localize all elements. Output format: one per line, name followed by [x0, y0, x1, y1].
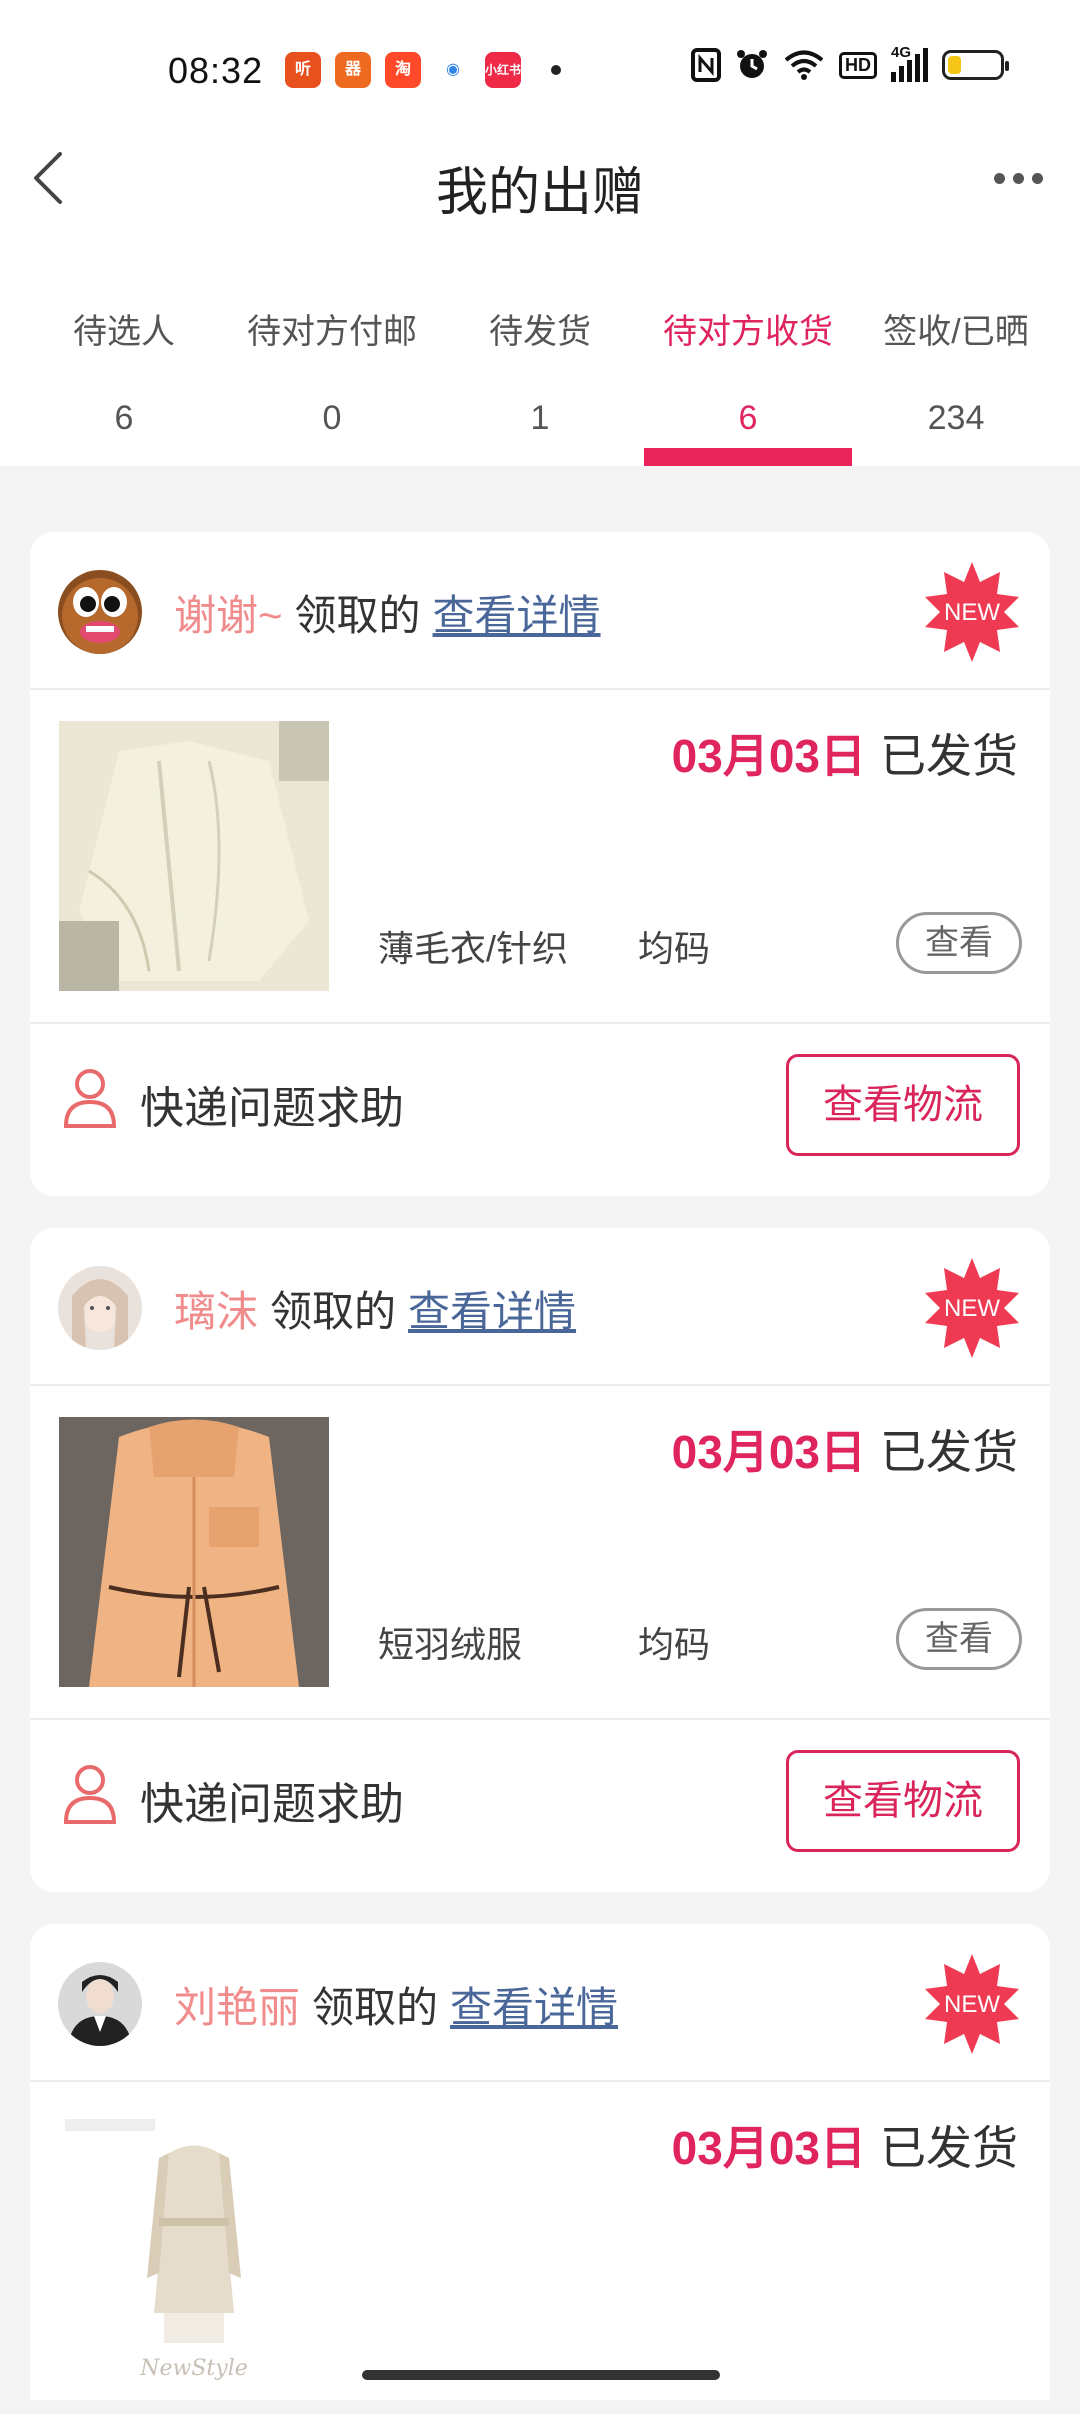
home-indicator[interactable] [362, 2370, 720, 2380]
item-photo-down-jacket[interactable] [59, 1417, 329, 1687]
view-details-link[interactable]: 查看详情 [450, 1984, 618, 2031]
claim-line: 刘艳丽 领取的 查看详情 [174, 1974, 618, 2035]
tab-label: 待选人 [73, 313, 175, 351]
claimed-text: 领取的 [312, 1984, 439, 2031]
card-header: 璃沫 领取的 查看详情 NEW [30, 1228, 1050, 1386]
tab-pending-postage[interactable]: 待对方付邮 0 [228, 296, 436, 466]
system-icons: HD 4G [691, 44, 1009, 82]
tab-label: 待发货 [489, 313, 591, 351]
app-ting-icon: 听 [285, 52, 321, 88]
network-type-label: 4G [891, 44, 912, 61]
svg-text:NEW: NEW [944, 1991, 1000, 2018]
more-notifications-dot [551, 65, 561, 75]
card-header: 刘艳丽 领取的 查看详情 NEW [30, 1924, 1050, 2082]
new-badge: NEW [925, 1954, 1019, 2054]
tab-pending-shipment[interactable]: 待发货 1 [436, 296, 644, 466]
new-badge: NEW [925, 562, 1019, 662]
card-footer: 快递问题求助 查看物流 [30, 1024, 1050, 1198]
tab-signed-shared[interactable]: 签收/已晒 234 [852, 296, 1060, 466]
status-bar: 08:32 听 器 淘 ◉ 小红书 HD 4G [0, 0, 1080, 140]
ship-date: 03月03日 [671, 1426, 866, 1478]
tab-pending-receipt[interactable]: 待对方收货 6 [644, 296, 852, 466]
tab-label: 签收/已晒 [883, 313, 1029, 351]
active-tab-indicator [644, 448, 852, 466]
card-footer: 快递问题求助 查看物流 [30, 1720, 1050, 1894]
card-body: NewStyle 03月03日 已发货 [30, 2082, 1050, 2414]
tab-count: 0 [322, 399, 342, 437]
ship-date-line: 03月03日 已发货 [672, 720, 1018, 786]
battery-level [948, 56, 961, 74]
tab-pending-select[interactable]: 待选人 6 [20, 296, 228, 466]
ship-date: 03月03日 [671, 730, 866, 782]
tab-label: 待对方付邮 [247, 313, 417, 351]
claim-line: 璃沫 领取的 查看详情 [174, 1278, 576, 1339]
ship-date-line: 03月03日 已发货 [672, 2112, 1018, 2178]
item-category: 薄毛衣/针织 [378, 928, 569, 969]
item-size: 均码 [638, 928, 711, 969]
notification-icons: 听 器 淘 ◉ 小红书 [285, 52, 561, 88]
wifi-icon [784, 50, 824, 80]
item-photo-sweater[interactable] [59, 721, 329, 991]
photo-caption: NewStyle [139, 2356, 248, 2381]
view-logistics-button[interactable]: 查看物流 [786, 1054, 1020, 1156]
app-taobao-icon: 淘 [385, 52, 421, 88]
card-header: 谢谢~ 领取的 查看详情 NEW [30, 532, 1050, 690]
app-xiaohongshu-icon: 小红书 [485, 52, 521, 88]
svg-text:NEW: NEW [944, 1295, 1000, 1322]
avatar[interactable] [58, 1962, 142, 2046]
hd-icon: HD [839, 51, 877, 79]
signal-icon: 4G [891, 44, 928, 82]
claimed-text: 领取的 [270, 1288, 397, 1335]
person-icon [63, 1765, 117, 1824]
ship-status: 已发货 [880, 1426, 1018, 1478]
view-item-button[interactable]: 查看 [896, 1608, 1022, 1670]
view-item-button[interactable]: 查看 [896, 912, 1022, 974]
view-logistics-button[interactable]: 查看物流 [786, 1750, 1020, 1852]
alarm-icon [737, 50, 767, 78]
username[interactable]: 璃沫 [174, 1288, 258, 1335]
new-badge: NEW [925, 1258, 1019, 1358]
ship-status: 已发货 [880, 2122, 1018, 2174]
nfc-icon [691, 48, 721, 82]
avatar[interactable] [58, 1266, 142, 1350]
person-icon [63, 1069, 117, 1128]
tab-count: 6 [114, 399, 134, 437]
username[interactable]: 刘艳丽 [174, 1984, 300, 2031]
courier-help-link[interactable]: 快递问题求助 [140, 1072, 404, 1136]
tab-count: 1 [530, 399, 550, 437]
item-photo-coat[interactable]: NewStyle [59, 2113, 329, 2383]
view-details-link[interactable]: 查看详情 [408, 1288, 576, 1335]
courier-help-link[interactable]: 快递问题求助 [140, 1768, 404, 1832]
header-area: 08:32 听 器 淘 ◉ 小红书 HD 4G 我的出赠 待选人 6 待对方付邮… [0, 0, 1080, 466]
app-browser-icon: ◉ [435, 52, 471, 88]
status-time: 08:32 [168, 50, 264, 91]
more-options-icon[interactable] [994, 160, 1050, 196]
order-card: 刘艳丽 领取的 查看详情 NEW NewStyle 03月03日 已发货 [30, 1924, 1050, 2400]
battery-icon [942, 50, 1009, 80]
ship-date-line: 03月03日 已发货 [672, 1416, 1018, 1482]
ship-date: 03月03日 [671, 2122, 866, 2174]
card-body: 03月03日 已发货 薄毛衣/针织 均码 查看 [30, 690, 1050, 1024]
view-details-link[interactable]: 查看详情 [433, 592, 601, 639]
claimed-text: 领取的 [294, 592, 421, 639]
item-size: 均码 [638, 1624, 711, 1665]
app-qi-icon: 器 [335, 52, 371, 88]
order-card: 璃沫 领取的 查看详情 NEW 03月03日 已发货 短羽绒服 均码 查看 快递… [30, 1228, 1050, 1892]
tab-label: 待对方收货 [663, 313, 833, 351]
status-tabs: 待选人 6 待对方付邮 0 待发货 1 待对方收货 6 签收/已晒 234 [0, 296, 1080, 466]
tab-count: 234 [927, 399, 985, 437]
order-card: 谢谢~领取的查看详情 NEW 03月03日已发货 薄毛衣/针织 均码 查看 [30, 532, 1050, 1196]
svg-text:NEW: NEW [944, 599, 1000, 626]
item-category: 短羽绒服 [378, 1624, 523, 1665]
username[interactable]: 谢谢~ [174, 592, 283, 639]
tab-count: 6 [738, 399, 758, 437]
claim-line: 谢谢~ 领取的 查看详情 [174, 582, 601, 643]
page-title: 我的出赠 [435, 164, 644, 222]
ship-status: 已发货 [880, 730, 1018, 782]
avatar[interactable] [58, 570, 142, 654]
card-body: 03月03日 已发货 短羽绒服 均码 查看 [30, 1386, 1050, 1720]
